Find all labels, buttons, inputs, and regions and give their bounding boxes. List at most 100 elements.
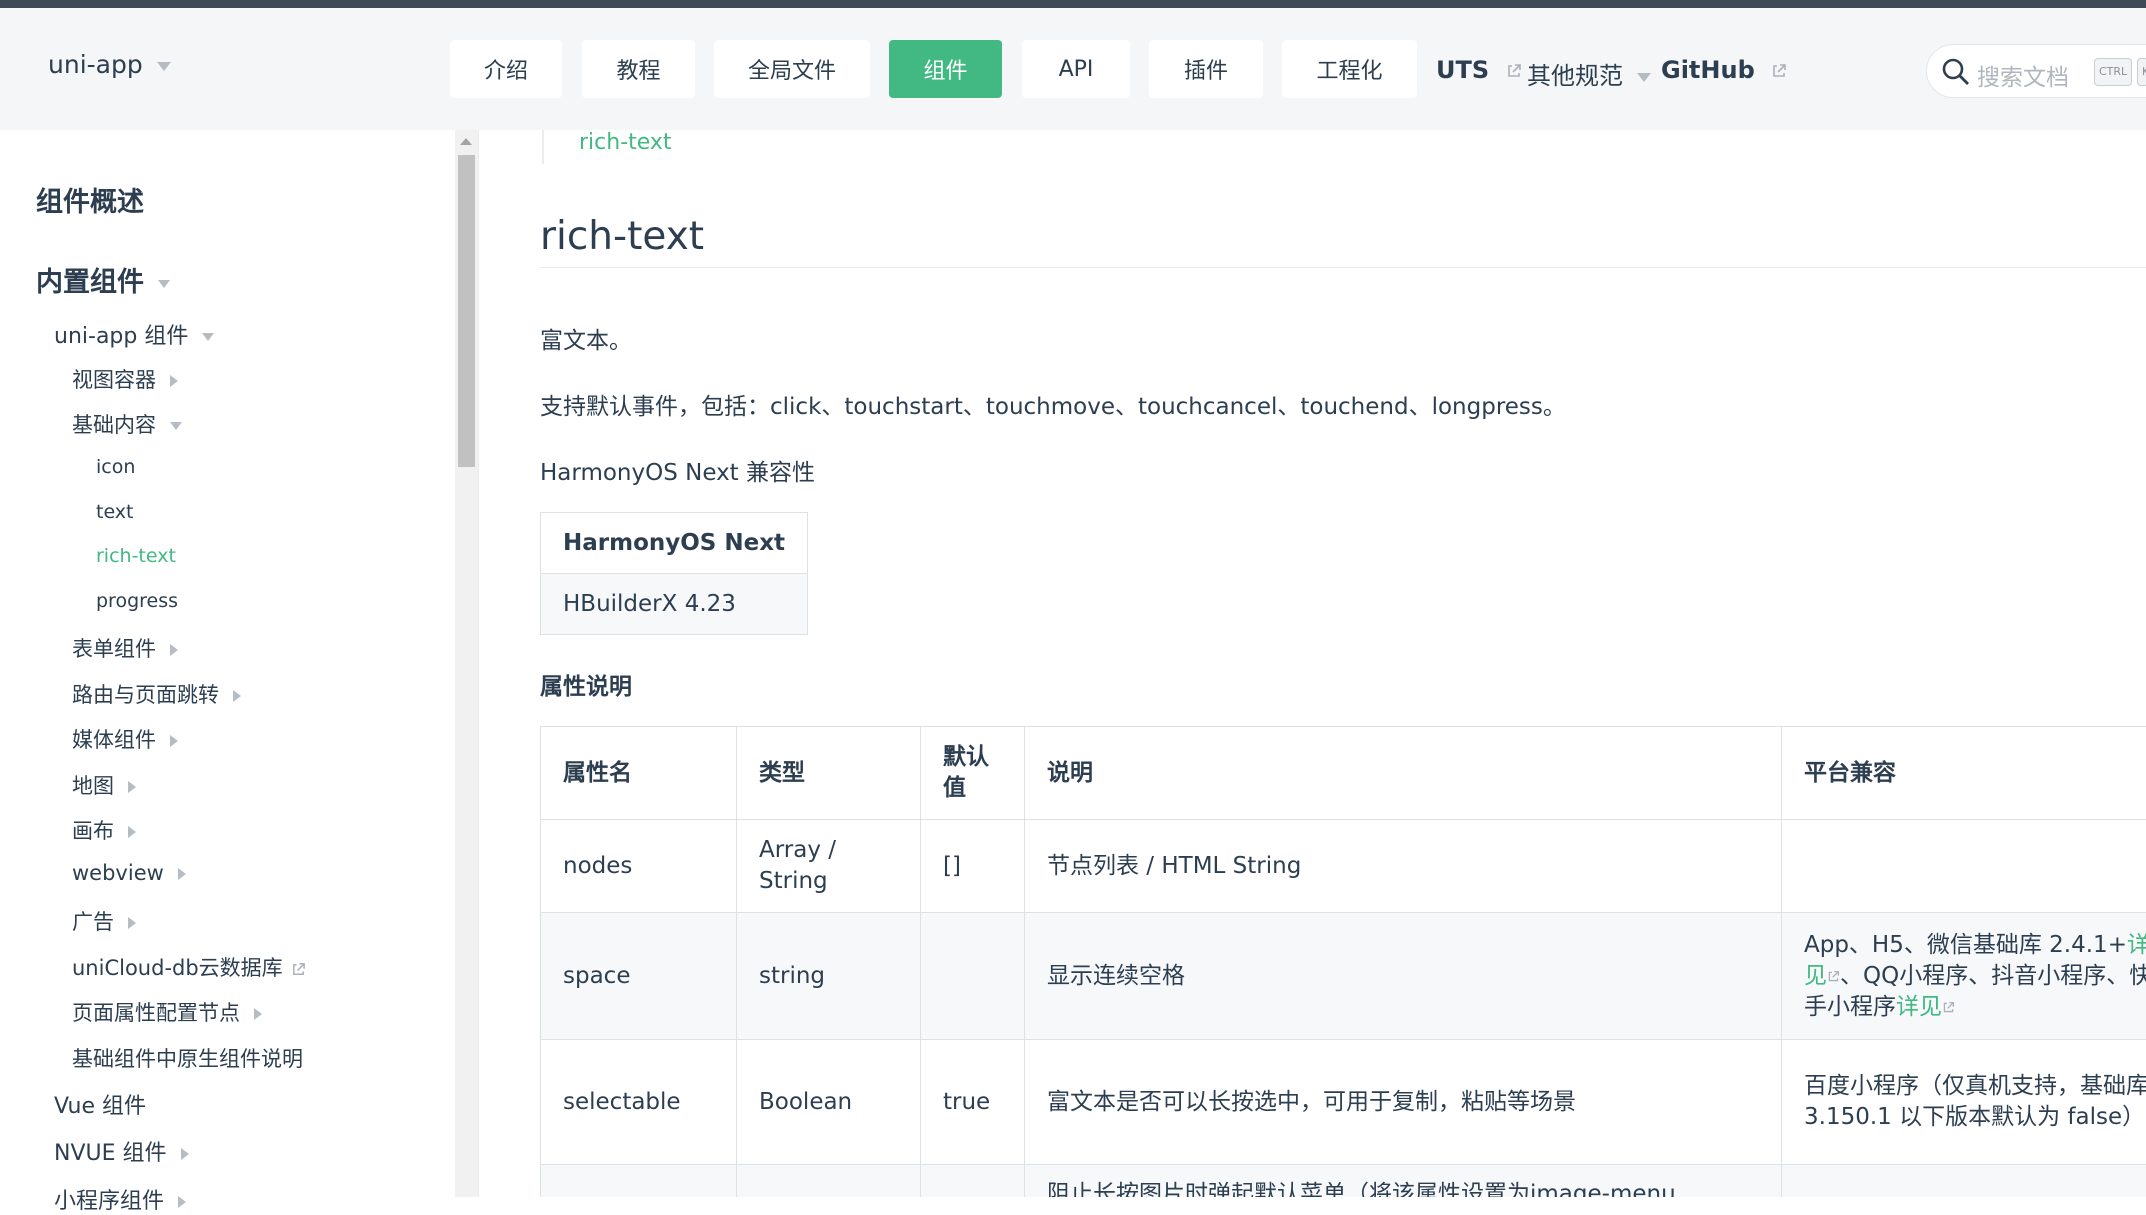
sidebar-item-label: 内置组件 (36, 267, 144, 298)
nav-plugins-button[interactable]: 插件 (1149, 40, 1263, 98)
sidebar-item-basic-content[interactable]: 基础内容 (72, 409, 182, 439)
table-cell: string (737, 913, 921, 1040)
external-link-icon (1771, 63, 1787, 79)
sidebar-item-label: NVUE 组件 (54, 1141, 167, 1166)
toc-link-rich-text[interactable]: rich-text (579, 130, 672, 155)
table-row: selectable Boolean true 富文本是否可以长按选中，可用于复… (541, 1040, 2146, 1165)
sidebar-item-vue[interactable]: Vue 组件 (54, 1088, 146, 1120)
sidebar-item-label: 地图 (72, 774, 114, 798)
chevron-right-icon (178, 868, 186, 880)
sidebar-item-text[interactable]: text (96, 501, 134, 523)
table-row: HBuilderX 4.23 (541, 574, 808, 635)
harmony-heading: HarmonyOS Next 兼容性 (540, 453, 815, 487)
table-row: nodes Array / String [] 节点列表 / HTML Stri… (541, 820, 2146, 913)
top-navbar: uni-app 介绍 教程 全局文件 组件 API 插件 工程化 UTS 其他规… (0, 8, 2146, 130)
nav-engineering-button[interactable]: 工程化 (1282, 40, 1417, 98)
external-link-icon (1506, 63, 1522, 79)
chevron-right-icon (181, 1148, 189, 1160)
nav-global-files-button[interactable]: 全局文件 (714, 40, 870, 98)
attributes-table: 属性名 类型 默认值 说明 平台兼容 nodes Array / String … (540, 726, 2146, 1197)
sidebar-item-view-container[interactable]: 视图容器 (72, 364, 178, 394)
nav-api-button[interactable]: API (1022, 40, 1130, 98)
sidebar-item-webview[interactable]: webview (72, 861, 186, 885)
sidebar-item-nvue[interactable]: NVUE 组件 (54, 1135, 189, 1167)
sidebar-scroll-thumb[interactable] (458, 155, 475, 467)
sidebar-item-label: uni-app 组件 (54, 324, 188, 349)
scroll-up-arrow-icon[interactable] (460, 138, 472, 145)
table-row: space string 显示连续空格 App、H5、微信基础库 2.4.1+详… (541, 913, 2146, 1040)
compat-text: 、QQ小程序、抖音小程序、快手小程序 (1804, 963, 2146, 1020)
sidebar-item-label: uniCloud-db云数据库 (72, 956, 283, 980)
sidebar-item-page-meta[interactable]: 页面属性配置节点 (72, 997, 262, 1027)
sidebar-item-uniapp-components[interactable]: uni-app 组件 (54, 318, 214, 350)
brand-selector[interactable]: uni-app (48, 50, 171, 79)
kbd-ctrl-key: CTRL (2094, 58, 2132, 86)
sidebar-item-label: 画布 (72, 819, 114, 843)
sidebar-item-label: 表单组件 (72, 637, 156, 661)
main-content: rich-text rich-text 富文本。 支持默认事件，包括：click… (478, 130, 2146, 1197)
sidebar-item-icon[interactable]: icon (96, 456, 135, 478)
search-box[interactable]: 搜索文档 CTRL K (1926, 44, 2146, 98)
table-cell: nodes (541, 820, 737, 913)
table-cell (921, 913, 1025, 1040)
table-cell: 百度小程序（仅真机支持，基础库 3.150.1 以下版本默认为 false） (1782, 1040, 2146, 1165)
table-cell (1782, 820, 2146, 913)
sidebar-item-media[interactable]: 媒体组件 (72, 724, 178, 754)
sidebar-item-builtin[interactable]: 内置组件 (36, 260, 170, 299)
sidebar-item-native-note[interactable]: 基础组件中原生组件说明 (72, 1043, 303, 1073)
sidebar-item-progress[interactable]: progress (96, 590, 178, 612)
chevron-right-icon (128, 826, 136, 838)
nav-uts-link[interactable]: UTS (1436, 56, 1522, 84)
table-cell: Boolean (737, 1040, 921, 1165)
external-link-icon (1827, 970, 1840, 983)
sidebar-item-canvas[interactable]: 画布 (72, 815, 136, 845)
chevron-right-icon (254, 1008, 262, 1020)
table-cell: space (541, 913, 737, 1040)
table-cell: true (921, 1040, 1025, 1165)
table-header-cell: 属性名 (541, 727, 737, 820)
table-cell: 节点列表 / HTML String (1025, 820, 1782, 913)
nav-tutorial-button[interactable]: 教程 (582, 40, 695, 98)
nav-components-button[interactable]: 组件 (889, 40, 1002, 98)
sidebar-item-label: 路由与页面跳转 (72, 683, 219, 707)
sidebar-item-miniprogram[interactable]: 小程序组件 (54, 1183, 186, 1215)
sidebar-item-label: 广告 (72, 910, 114, 934)
table-header-cell: 类型 (737, 727, 921, 820)
sidebar-item-overview[interactable]: 组件概述 (36, 180, 144, 219)
sidebar-item-form[interactable]: 表单组件 (72, 633, 178, 663)
table-cell: 阻止长按图片时弹起默认菜单（将该属性设置为image-menu (1025, 1165, 1782, 1198)
chevron-right-icon (178, 1196, 186, 1208)
harmony-compat-table: HarmonyOS Next HBuilderX 4.23 (540, 512, 808, 635)
compat-text: App、H5、微信基础库 2.4.1+ (1804, 932, 2127, 958)
details-link[interactable]: 详见 (1896, 994, 1942, 1020)
table-header-cell: 说明 (1025, 727, 1782, 820)
brand-name: uni-app (48, 50, 143, 79)
search-placeholder: 搜索文档 (1977, 58, 2069, 92)
table-row: 阻止长按图片时弹起默认菜单（将该属性设置为image-menu (541, 1165, 2146, 1198)
table-header-cell: HarmonyOS Next (541, 513, 808, 574)
table-cell: 富文本是否可以长按选中，可用于复制，粘贴等场景 (1025, 1040, 1782, 1165)
kbd-k-key: K (2137, 58, 2146, 86)
sidebar-item-unicloud-db[interactable]: uniCloud-db云数据库 (72, 952, 306, 982)
table-header-cell: 平台兼容 (1782, 727, 2146, 820)
chevron-down-icon (1637, 73, 1651, 82)
external-link-icon (291, 962, 306, 977)
table-cell: HBuilderX 4.23 (541, 574, 808, 635)
nav-intro-button[interactable]: 介绍 (450, 40, 562, 98)
chevron-down-icon (202, 333, 214, 341)
attributes-heading: 属性说明 (540, 667, 632, 701)
table-cell (1782, 1165, 2146, 1198)
table-header-cell: 默认值 (921, 727, 1025, 820)
nav-github-link[interactable]: GitHub (1661, 56, 1787, 84)
sidebar-item-map[interactable]: 地图 (72, 770, 136, 800)
description-text: 富文本。 (540, 321, 632, 355)
nav-other-specs-dropdown[interactable]: 其他规范 (1527, 56, 1651, 91)
table-cell: Array / String (737, 820, 921, 913)
sidebar-item-rich-text[interactable]: rich-text (96, 545, 176, 567)
sidebar-item-navigation[interactable]: 路由与页面跳转 (72, 679, 241, 709)
chevron-down-icon (157, 62, 171, 71)
table-cell (541, 1165, 737, 1198)
sidebar-item-ads[interactable]: 广告 (72, 906, 136, 936)
chevron-down-icon (158, 280, 170, 288)
table-cell (737, 1165, 921, 1198)
